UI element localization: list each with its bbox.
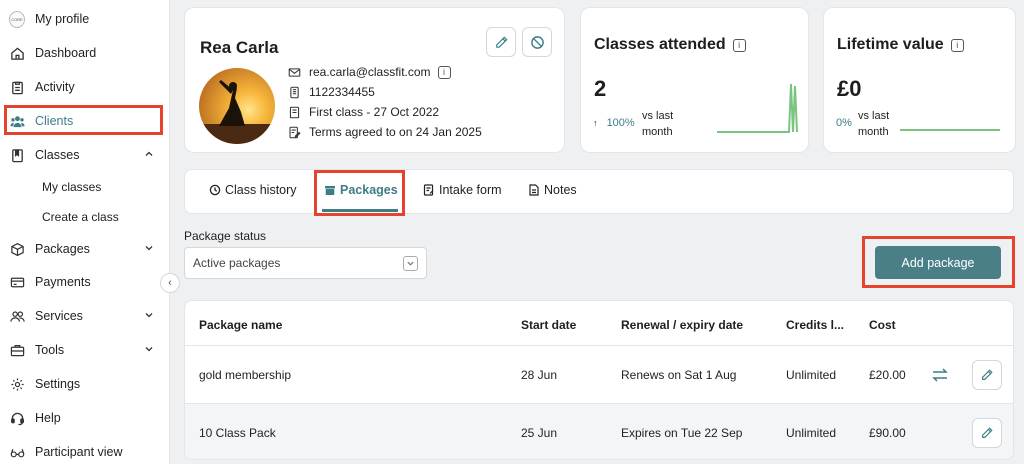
terms-row: Terms agreed to on 24 Jan 2025 xyxy=(288,125,482,139)
sidebar-item-payments[interactable]: Payments xyxy=(0,267,170,297)
info-icon[interactable]: i xyxy=(437,65,451,79)
lifetime-vs-label: vs last month xyxy=(858,110,890,138)
info-icon[interactable]: i xyxy=(732,38,746,52)
packages-table: Package name Start date Renewal / expiry… xyxy=(184,300,1014,460)
column-header-renewal[interactable]: Renewal / expiry date xyxy=(621,318,743,332)
profile-card: Rea Carla rea.carla@classfit.com i 11223… xyxy=(184,7,565,153)
column-header-cost[interactable]: Cost xyxy=(869,318,896,332)
note-icon xyxy=(529,184,539,196)
chevron-down-icon xyxy=(403,256,418,271)
card-icon xyxy=(9,274,25,290)
client-name: Rea Carla xyxy=(200,38,279,57)
block-icon xyxy=(530,35,544,49)
tab-class-history[interactable]: Class history xyxy=(209,183,297,197)
arrow-up-icon: ↑ xyxy=(593,118,598,128)
tab-notes[interactable]: Notes xyxy=(528,183,577,197)
lifetime-value-amount: £0 xyxy=(837,76,862,101)
sidebar-item-services[interactable]: Services xyxy=(0,301,170,331)
sidebar-item-activity[interactable]: Activity xyxy=(0,72,170,102)
classes-vs-label: vs last month xyxy=(642,110,674,138)
chevron-down-icon[interactable] xyxy=(144,243,154,253)
document-icon xyxy=(289,106,300,118)
info-icon[interactable]: i xyxy=(950,38,964,52)
column-header-credits[interactable]: Credits l... xyxy=(786,318,844,332)
first-class-row: First class - 27 Oct 2022 xyxy=(288,105,439,119)
classes-change: ↑ 100% xyxy=(593,117,635,129)
package-status-label: Package status xyxy=(184,229,267,243)
column-header-package-name[interactable]: Package name xyxy=(199,318,282,332)
edit-package-button[interactable] xyxy=(972,418,1002,448)
home-icon xyxy=(9,45,25,61)
briefcase-icon xyxy=(9,342,25,358)
sidebar-item-classes[interactable]: Classes xyxy=(0,140,170,170)
add-package-highlight xyxy=(862,236,1015,288)
headset-icon xyxy=(9,410,25,426)
sidebar-item-create-class[interactable]: Create a class xyxy=(42,210,119,224)
brand-logo-icon: CORE xyxy=(9,10,25,28)
sidebar-item-my-profile[interactable]: CORE My profile xyxy=(0,4,170,34)
classes-sparkline xyxy=(717,83,798,133)
email-row: rea.carla@classfit.com i xyxy=(288,65,451,79)
swap-icon[interactable] xyxy=(931,366,949,384)
sidebar-item-tools[interactable]: Tools xyxy=(0,335,170,365)
clients-highlight xyxy=(4,105,163,135)
column-header-start-date[interactable]: Start date xyxy=(521,318,576,332)
clipboard-icon xyxy=(9,79,25,95)
book-icon xyxy=(9,147,25,163)
gear-icon xyxy=(9,376,25,392)
sidebar-item-participant-view[interactable]: Participant view xyxy=(0,437,170,464)
glasses-icon xyxy=(9,444,25,460)
lifetime-sparkline xyxy=(900,129,1000,131)
chevron-down-icon[interactable] xyxy=(144,344,154,354)
collapse-sidebar-button[interactable]: ‹ xyxy=(160,273,180,293)
table-row[interactable]: gold membership 28 Jun Renews on Sat 1 A… xyxy=(185,345,1013,403)
sidebar-item-dashboard[interactable]: Dashboard xyxy=(0,38,170,68)
signed-document-icon xyxy=(289,126,301,138)
classes-attended-card: Classes attended i 2 ↑ 100% vs last mont… xyxy=(580,7,809,153)
sidebar-item-settings[interactable]: Settings xyxy=(0,369,170,399)
pencil-icon xyxy=(982,369,993,380)
client-photo xyxy=(199,68,275,144)
lifetime-value-card: Lifetime value i £0 0% vs last month xyxy=(823,7,1016,153)
pencil-icon xyxy=(495,35,508,48)
tabs-bar xyxy=(184,169,1014,214)
edit-package-button[interactable] xyxy=(972,360,1002,390)
chevron-down-icon[interactable] xyxy=(144,310,154,320)
classes-attended-title: Classes attended i xyxy=(594,36,746,54)
sidebar-item-help[interactable]: Help xyxy=(0,403,170,433)
block-client-button[interactable] xyxy=(522,27,552,57)
mail-icon xyxy=(288,67,301,77)
history-icon xyxy=(209,184,221,196)
package-status-select[interactable]: Active packages xyxy=(184,247,427,279)
lifetime-change: 0% xyxy=(836,117,852,129)
sidebar: CORE My profile Dashboard Activity Clien… xyxy=(0,0,170,464)
packages-tab-highlight xyxy=(314,170,405,216)
phone-row: 1122334455 xyxy=(288,85,375,99)
form-icon xyxy=(423,184,434,196)
table-row[interactable]: 10 Class Pack 25 Jun Expires on Tue 22 S… xyxy=(185,403,1013,459)
pencil-icon xyxy=(982,427,993,438)
phone-icon xyxy=(290,86,299,98)
chevron-up-icon[interactable] xyxy=(144,149,154,159)
box-icon xyxy=(9,241,25,257)
people-icon xyxy=(9,308,25,324)
classes-attended-value: 2 xyxy=(594,76,607,101)
lifetime-value-title: Lifetime value i xyxy=(837,36,964,54)
sidebar-item-packages[interactable]: Packages xyxy=(0,234,170,264)
tab-intake-form[interactable]: Intake form xyxy=(423,183,502,197)
edit-profile-button[interactable] xyxy=(486,27,516,57)
sidebar-item-my-classes[interactable]: My classes xyxy=(42,180,101,194)
